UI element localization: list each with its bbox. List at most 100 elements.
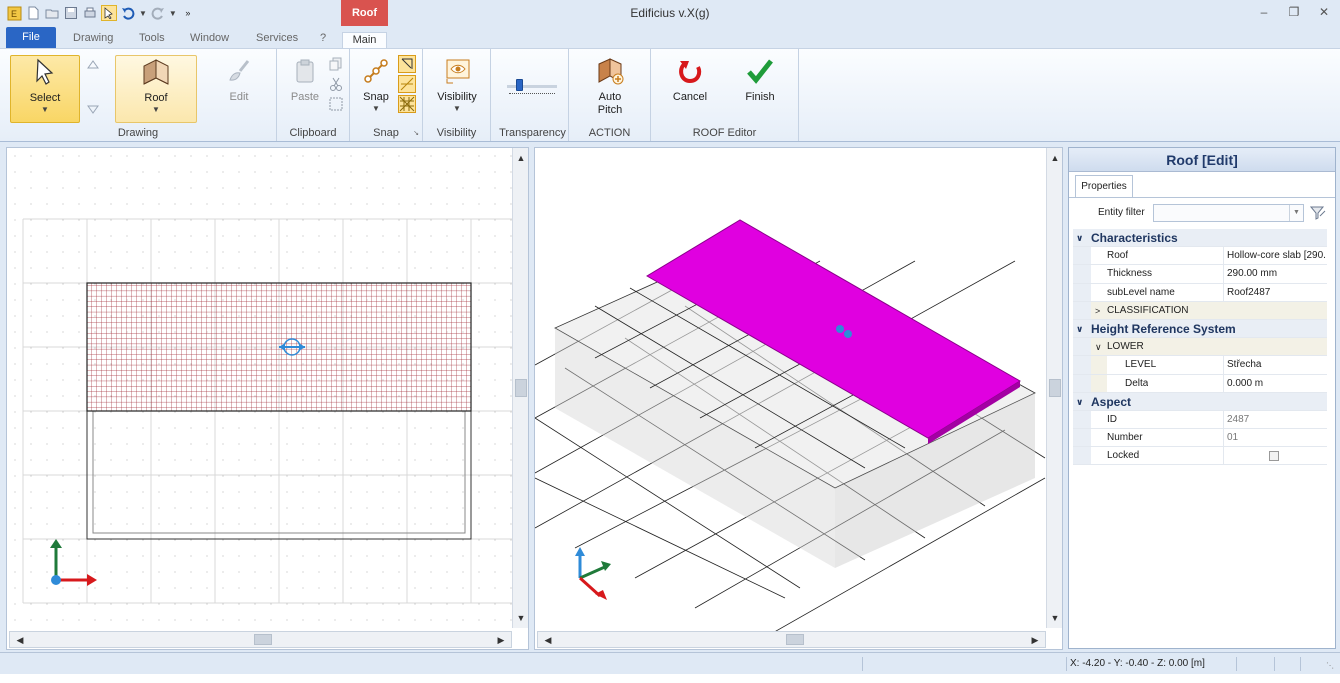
category-height-reference[interactable]: ∨ Height Reference System [1073, 319, 1327, 339]
subcategory-lower[interactable]: ∨ LOWER [1073, 338, 1327, 357]
minimize-icon[interactable]: – [1256, 4, 1272, 20]
property-row-roof[interactable]: Roof Hollow-core slab [290. [1073, 247, 1327, 266]
property-row-delta[interactable]: Delta 0.000 m [1073, 374, 1327, 393]
thickness-value[interactable]: 290.00 mm [1223, 265, 1327, 284]
cancel-button[interactable]: Cancel [667, 55, 713, 104]
lower-label: LOWER [1107, 341, 1144, 353]
chevron-down-icon[interactable]: ▼ [1289, 205, 1303, 221]
plan-viewport[interactable]: ▲ ▼ ◀ ▶ [6, 147, 529, 650]
number-value[interactable]: 01 [1223, 429, 1327, 448]
cancel-undo-arrow-icon [667, 55, 713, 87]
collapse-icon[interactable]: ∨ [1095, 338, 1102, 356]
select-button[interactable]: Select ▼ [10, 55, 80, 123]
tab-help[interactable]: ? [320, 29, 326, 48]
3d-viewport[interactable]: ▲ ▼ ◀ ▶ [534, 147, 1063, 650]
transparency-slider[interactable] [507, 79, 557, 94]
scroll-left-arrow-icon[interactable]: ◀ [12, 632, 28, 648]
auto-pitch-button[interactable]: Auto Pitch [583, 55, 637, 117]
visibility-button[interactable]: Visibility ▼ [431, 55, 483, 113]
copy-icon[interactable] [329, 57, 343, 74]
property-row-id[interactable]: ID 2487 [1073, 410, 1327, 430]
3d-scroll-right-arrow-icon[interactable]: ▶ [1027, 632, 1043, 648]
category-characteristics[interactable]: ∨ Characteristics [1073, 229, 1327, 248]
scroll-up-arrow-icon[interactable]: ▲ [513, 150, 528, 166]
visibility-dropdown-icon: ▼ [453, 104, 461, 113]
scroll-right-arrow-icon[interactable]: ▶ [493, 632, 509, 648]
roof-label: Roof [144, 92, 168, 104]
finish-label: Finish [745, 91, 775, 103]
collapse-icon[interactable]: ∨ [1076, 229, 1083, 247]
3d-axes-icon [575, 547, 611, 600]
plan-vscroll-thumb[interactable] [515, 379, 527, 397]
3d-vscroll-thumb[interactable] [1049, 379, 1061, 397]
tab-properties[interactable]: Properties [1075, 175, 1133, 197]
3d-hscroll-thumb[interactable] [786, 634, 804, 645]
3d-scroll-left-arrow-icon[interactable]: ◀ [540, 632, 556, 648]
snap-dialog-launcher-icon[interactable]: ↘ [413, 129, 419, 137]
resize-grip-icon[interactable]: ⋱ [1326, 661, 1334, 670]
cut-icon[interactable] [329, 77, 343, 94]
property-row-number[interactable]: Number 01 [1073, 429, 1327, 448]
action-group-caption: ACTION [588, 127, 631, 139]
delta-value[interactable]: 0.000 m [1223, 374, 1327, 393]
tab-file[interactable]: File [6, 27, 56, 48]
tab-window[interactable]: Window [190, 29, 229, 48]
aspect-label: Aspect [1091, 394, 1132, 409]
characteristics-label: Characteristics [1091, 231, 1178, 245]
transparency-slider-thumb[interactable] [516, 79, 523, 91]
snap-midpoint-icon[interactable] [398, 75, 416, 93]
paste-button[interactable]: Paste [287, 55, 323, 104]
snap-button[interactable]: Snap ▼ [358, 55, 394, 113]
tab-main[interactable]: Main [342, 32, 387, 49]
collapse-icon[interactable]: ∨ [1076, 393, 1083, 411]
3d-vertical-scrollbar[interactable]: ▲ ▼ [1046, 148, 1062, 628]
scroll-down-icon[interactable] [87, 105, 99, 118]
property-row-locked[interactable]: Locked [1073, 447, 1327, 466]
3d-scroll-down-arrow-icon[interactable]: ▼ [1047, 610, 1062, 626]
property-row-sublevel[interactable]: subLevel name Roof2487 [1073, 283, 1327, 302]
restore-icon[interactable]: ❐ [1286, 4, 1302, 20]
level-value[interactable]: Střecha [1223, 356, 1327, 375]
roof-key: Roof [1107, 250, 1129, 262]
transparency-group: Transparency [497, 49, 569, 141]
finish-button[interactable]: Finish [737, 55, 783, 104]
select-dropdown-icon: ▼ [41, 105, 49, 114]
snap-grid-icon[interactable] [398, 95, 416, 113]
collapse-icon[interactable]: ∨ [1076, 320, 1083, 338]
tab-services[interactable]: Services [256, 29, 298, 48]
plan-horizontal-scrollbar[interactable]: ◀ ▶ [9, 631, 512, 648]
visibility-label: Visibility [437, 91, 477, 103]
snap-group-caption: Snap [373, 127, 399, 139]
property-row-level[interactable]: LEVEL Střecha [1073, 356, 1327, 375]
scroll-down-arrow-icon[interactable]: ▼ [513, 610, 528, 626]
select-all-icon[interactable] [329, 97, 343, 114]
plan-hscroll-thumb[interactable] [254, 634, 272, 645]
status-bar: X: -4.20 - Y: -0.40 - Z: 0.00 [m] ⋱ [0, 652, 1340, 674]
property-row-thickness[interactable]: Thickness 290.00 mm [1073, 265, 1327, 284]
category-aspect[interactable]: ∨ Aspect [1073, 392, 1327, 411]
close-icon[interactable]: ✕ [1316, 4, 1332, 20]
edit-label: Edit [229, 91, 249, 103]
expand-icon[interactable]: > [1095, 302, 1100, 320]
clipboard-group-caption: Clipboard [289, 127, 337, 139]
scroll-up-icon[interactable] [87, 59, 99, 72]
filter-icon[interactable] [1309, 205, 1326, 221]
locked-checkbox[interactable] [1269, 451, 1279, 462]
entity-filter-select[interactable]: ▼ [1153, 204, 1304, 222]
plan-drawing-canvas[interactable] [7, 148, 529, 650]
roof-button[interactable]: Roof ▼ [115, 55, 197, 123]
edit-button[interactable]: Edit [215, 55, 263, 104]
roof-value[interactable]: Hollow-core slab [290. [1223, 247, 1327, 266]
window-title: Edificius v.X(g) [630, 6, 710, 20]
3d-scroll-up-arrow-icon[interactable]: ▲ [1047, 150, 1062, 166]
panel-title: Roof [Edit] [1069, 148, 1335, 172]
3d-horizontal-scrollbar[interactable]: ◀ ▶ [537, 631, 1046, 648]
plan-vertical-scrollbar[interactable]: ▲ ▼ [512, 148, 528, 628]
snap-endpoint-icon[interactable] [398, 55, 416, 73]
snap-group: Snap ▼ Snap ↘ [350, 49, 423, 141]
3d-drawing-canvas[interactable] [535, 148, 1063, 650]
subcategory-classification[interactable]: > CLASSIFICATION [1073, 301, 1327, 320]
tab-tools[interactable]: Tools [139, 29, 165, 48]
tab-drawing[interactable]: Drawing [73, 29, 113, 48]
sublevel-value[interactable]: Roof2487 [1223, 283, 1327, 302]
